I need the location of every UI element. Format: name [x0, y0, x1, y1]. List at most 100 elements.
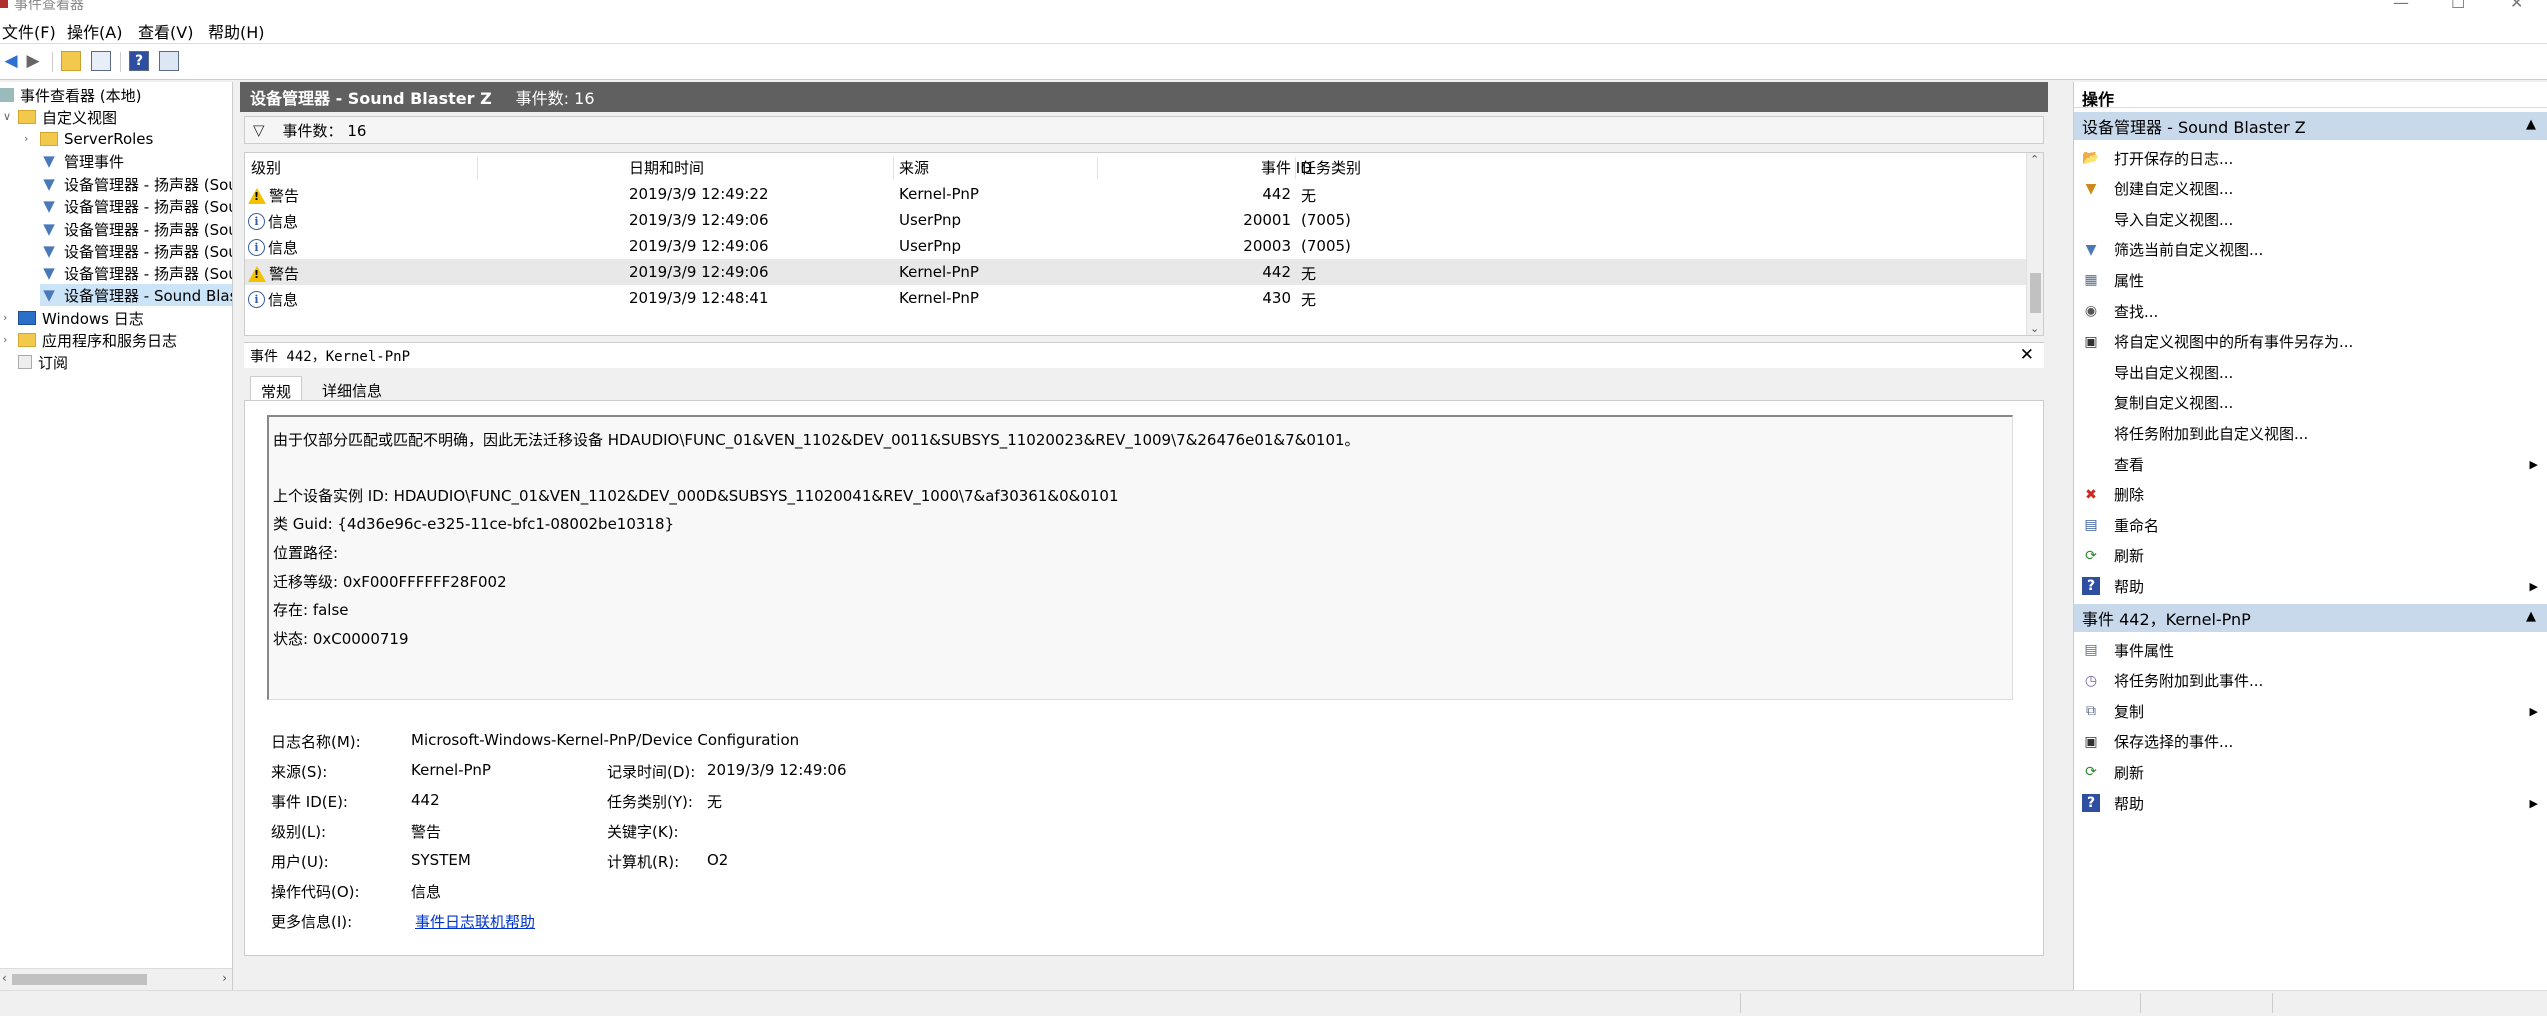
- action-item[interactable]: ⟳ 刷新: [2074, 542, 2547, 570]
- action-item[interactable]: 📂 打开保存的日志...: [2074, 144, 2547, 172]
- help-icon[interactable]: ?: [128, 50, 150, 72]
- action-pane-icon[interactable]: [158, 50, 180, 72]
- event-detail-title: 事件 442，Kernel-PnP: [250, 348, 411, 365]
- tree-app-service-logs[interactable]: 应用程序和服务日志: [18, 329, 177, 351]
- action-item[interactable]: 查看 ▶: [2074, 450, 2547, 478]
- back-arrow-icon[interactable]: ◀: [0, 50, 22, 72]
- action-item[interactable]: ◉ 查找...: [2074, 297, 2547, 325]
- action-item[interactable]: ▣ 保存选择的事件...: [2074, 728, 2547, 756]
- collapse-arrow-icon[interactable]: ›: [24, 132, 28, 145]
- minimize-button[interactable]: —: [2393, 0, 2409, 12]
- message-line: 存在: false: [273, 601, 349, 619]
- logged-label: 记录时间(D):: [607, 763, 696, 781]
- action-item[interactable]: 复制自定义视图...: [2074, 389, 2547, 417]
- up-folder-icon[interactable]: [60, 50, 82, 72]
- table-row[interactable]: i 信息 2019/3/9 12:49:06 UserPnp 20003 (700…: [245, 233, 2027, 259]
- action-item[interactable]: ▼ 创建自定义视图...: [2074, 175, 2547, 203]
- action-item[interactable]: ▦ 属性: [2074, 266, 2547, 294]
- table-row[interactable]: i 信息 2019/3/9 12:49:06 UserPnp 20001 (700…: [245, 207, 2027, 233]
- tree-custom-view-item[interactable]: ▼ 设备管理器 - 扬声器 (Sou: [40, 218, 232, 240]
- tree-horizontal-scrollbar[interactable]: ‹ ›: [0, 968, 232, 990]
- action-item[interactable]: ⟳ 刷新: [2074, 758, 2547, 786]
- menu-help[interactable]: 帮助(H): [208, 19, 265, 43]
- menu-file[interactable]: 文件(F): [2, 19, 56, 43]
- menu-view[interactable]: 查看(V): [138, 19, 193, 43]
- create-view-icon: ▼: [2085, 180, 2097, 197]
- column-task-category[interactable]: 任务类别: [1301, 157, 1361, 178]
- table-row[interactable]: i 信息 2019/3/9 12:48:41 Kernel-PnP 430 无: [245, 285, 2027, 311]
- maximize-button[interactable]: ☐: [2451, 0, 2465, 12]
- filter-icon: ▼: [43, 264, 55, 282]
- user-label: 用户(U):: [271, 853, 329, 871]
- tree-admin-events[interactable]: ▼ 管理事件: [40, 150, 124, 172]
- action-item[interactable]: ▼ 筛选当前自定义视图...: [2074, 236, 2547, 264]
- action-label: 筛选当前自定义视图...: [2114, 241, 2264, 260]
- table-row[interactable]: 警告 2019/3/9 12:49:22 Kernel-PnP 442 无: [245, 181, 2027, 207]
- close-window-button[interactable]: ✕: [2510, 0, 2523, 12]
- action-item[interactable]: 导出自定义视图...: [2074, 358, 2547, 386]
- event-message-box[interactable]: 由于仅部分匹配或匹配不明确，因此无法迁移设备 HDAUDIO\FUNC_01&V…: [267, 415, 2013, 700]
- expand-arrow-icon[interactable]: ∨: [3, 110, 11, 123]
- action-item[interactable]: ▣ 将自定义视图中的所有事件另存为...: [2074, 328, 2547, 356]
- column-source[interactable]: 来源: [899, 157, 929, 178]
- tab-general[interactable]: 常规: [250, 376, 303, 402]
- events-vertical-scrollbar[interactable]: ⌃ ⌄: [2026, 153, 2043, 335]
- show-hide-tree-icon[interactable]: [90, 50, 112, 72]
- event-count: 事件数: 16: [515, 89, 595, 108]
- message-line: 上个设备实例 ID: HDAUDIO\FUNC_01&VEN_1102&DEV_…: [273, 487, 1119, 505]
- tree-custom-views[interactable]: 自定义视图: [18, 106, 117, 128]
- action-item[interactable]: ▤ 事件属性: [2074, 636, 2547, 664]
- windows-logs-icon: [18, 311, 36, 325]
- tree-custom-view-item[interactable]: ▼ 设备管理器 - 扬声器 (Sou: [40, 262, 232, 284]
- action-item[interactable]: ✖ 删除: [2074, 481, 2547, 509]
- message-line: 状态: 0xC0000719: [273, 630, 409, 648]
- tree-subscriptions[interactable]: 订阅: [18, 351, 68, 373]
- scroll-up-icon[interactable]: ⌃: [2030, 153, 2039, 166]
- scroll-down-icon[interactable]: ⌄: [2030, 322, 2039, 335]
- attach-task-icon: ◷: [2084, 672, 2098, 689]
- tree-windows-logs[interactable]: Windows 日志: [18, 307, 144, 329]
- tree-custom-view-item[interactable]: ▼ 设备管理器 - 扬声器 (Sou: [40, 240, 232, 262]
- actions-section-event[interactable]: 事件 442，Kernel-PnP ▲: [2074, 604, 2547, 632]
- action-item[interactable]: 将任务附加到此自定义视图...: [2074, 419, 2547, 447]
- source-value: Kernel-PnP: [411, 761, 491, 779]
- tree-custom-view-item-selected[interactable]: ▼ 设备管理器 - Sound Blas: [40, 284, 232, 306]
- scroll-left-icon[interactable]: ‹: [2, 971, 7, 985]
- tree-custom-view-item[interactable]: ▼ 设备管理器 - 扬声器 (Sou: [40, 195, 232, 217]
- scroll-thumb[interactable]: [2030, 273, 2041, 313]
- properties-icon: ▦: [2084, 272, 2098, 289]
- action-item[interactable]: ◷ 将任务附加到此事件...: [2074, 667, 2547, 695]
- collapse-arrow-icon[interactable]: ›: [3, 311, 7, 324]
- collapse-arrow-icon[interactable]: ›: [3, 333, 7, 346]
- folder-icon: [18, 333, 36, 347]
- computer-label: 计算机(R):: [607, 853, 680, 871]
- tree-custom-view-item[interactable]: ▼ 设备管理器 - 扬声器 (Sou: [40, 173, 232, 195]
- column-level[interactable]: 级别: [251, 157, 281, 178]
- collapse-caret-icon[interactable]: ▲: [2526, 117, 2536, 132]
- keywords-label: 关键字(K):: [607, 823, 679, 841]
- copy-icon: ⧉: [2086, 703, 2096, 720]
- action-item[interactable]: ? 帮助 ▶: [2074, 789, 2547, 817]
- menu-action[interactable]: 操作(A): [67, 19, 122, 43]
- navigation-tree: 事件查看器 (本地) ∨ 自定义视图 › ServerRoles ▼ 管理事件 ▼…: [0, 82, 233, 990]
- collapse-caret-icon[interactable]: ▲: [2526, 609, 2536, 624]
- column-datetime[interactable]: 日期和时间: [629, 157, 704, 178]
- action-item[interactable]: 导入自定义视图...: [2074, 205, 2547, 233]
- tree-root[interactable]: 事件查看器 (本地): [0, 84, 141, 106]
- more-info-link[interactable]: 事件日志联机帮助: [415, 911, 535, 932]
- log-name-value: Microsoft-Windows-Kernel-PnP/Device Conf…: [411, 731, 800, 749]
- scroll-right-icon[interactable]: ›: [222, 971, 227, 985]
- toolbar: ◀ ▶ ?: [0, 44, 2547, 80]
- action-item[interactable]: ? 帮助 ▶: [2074, 572, 2547, 600]
- tree-server-roles[interactable]: ServerRoles: [40, 128, 153, 150]
- warning-icon: [248, 187, 266, 204]
- actions-section-view[interactable]: 设备管理器 - Sound Blaster Z ▲: [2074, 112, 2547, 140]
- close-detail-icon[interactable]: ✕: [2020, 345, 2034, 365]
- action-label: 导入自定义视图...: [2114, 210, 2234, 229]
- scroll-thumb[interactable]: [12, 974, 147, 985]
- action-item[interactable]: ▤ 重命名: [2074, 511, 2547, 539]
- forward-arrow-icon[interactable]: ▶: [22, 50, 44, 72]
- action-item[interactable]: ⧉ 复制 ▶: [2074, 697, 2547, 725]
- table-row-selected[interactable]: 警告 2019/3/9 12:49:06 Kernel-PnP 442 无: [245, 259, 2027, 285]
- tab-details[interactable]: 详细信息: [312, 376, 392, 402]
